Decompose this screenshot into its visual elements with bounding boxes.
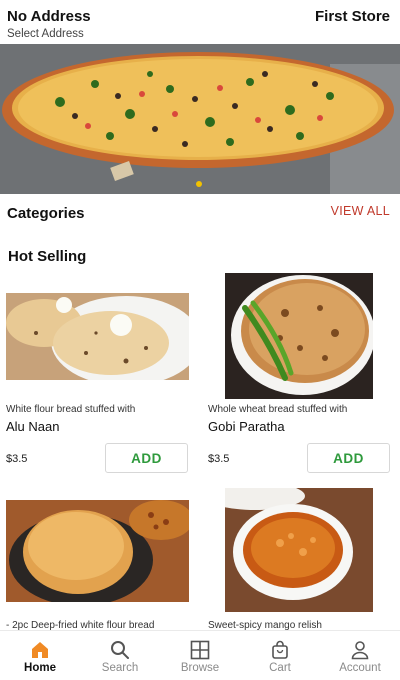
relish-photo (225, 488, 373, 612)
product-name[interactable]: Alu Naan (6, 419, 59, 434)
address-title[interactable]: No Address (7, 8, 91, 25)
hot-selling-heading: Hot Selling (8, 248, 87, 265)
browse-grid-icon (190, 640, 210, 660)
add-to-cart-button[interactable]: ADD (105, 443, 188, 473)
nav-label: Search (101, 662, 139, 674)
product-description: White flour bread stuffed with (6, 404, 136, 415)
product-price: $3.5 (208, 453, 230, 465)
nav-home[interactable]: Home (0, 631, 80, 680)
account-icon (350, 640, 370, 660)
home-icon (30, 640, 50, 660)
nav-label: Browse (180, 662, 220, 674)
product-image-alu-naan[interactable] (6, 293, 189, 380)
product-name[interactable]: Gobi Paratha (208, 419, 285, 434)
product-image-puri[interactable] (6, 500, 189, 602)
categories-heading: Categories (7, 205, 85, 222)
nav-cart[interactable]: Cart (240, 631, 320, 680)
search-icon (110, 640, 130, 660)
store-name[interactable]: First Store (315, 8, 390, 25)
paratha-photo (225, 273, 373, 399)
nav-label: Account (339, 662, 381, 674)
app-header: No Address Select Address First Store (0, 0, 400, 44)
naan-photo (6, 293, 189, 380)
product-image-gobi-paratha[interactable] (225, 273, 373, 399)
product-image-relish[interactable] (225, 488, 373, 612)
nav-label: Cart (269, 662, 291, 674)
promo-banner[interactable] (0, 44, 400, 194)
nav-label: Home (24, 662, 56, 674)
product-description: Whole wheat bread stuffed with (208, 404, 348, 415)
product-price: $3.5 (6, 453, 28, 465)
nav-search[interactable]: Search (80, 631, 160, 680)
nav-account[interactable]: Account (320, 631, 400, 680)
puri-photo (6, 500, 189, 602)
add-to-cart-button[interactable]: ADD (307, 443, 390, 473)
bottom-navigation: Home Search Browse Cart Account (0, 630, 400, 680)
cart-bag-icon (270, 640, 290, 660)
address-subtitle[interactable]: Select Address (7, 28, 84, 40)
view-all-link[interactable]: VIEW ALL (331, 204, 390, 218)
carousel-indicator-active[interactable] (196, 181, 202, 187)
pizza-image (0, 44, 400, 194)
nav-browse[interactable]: Browse (160, 631, 240, 680)
